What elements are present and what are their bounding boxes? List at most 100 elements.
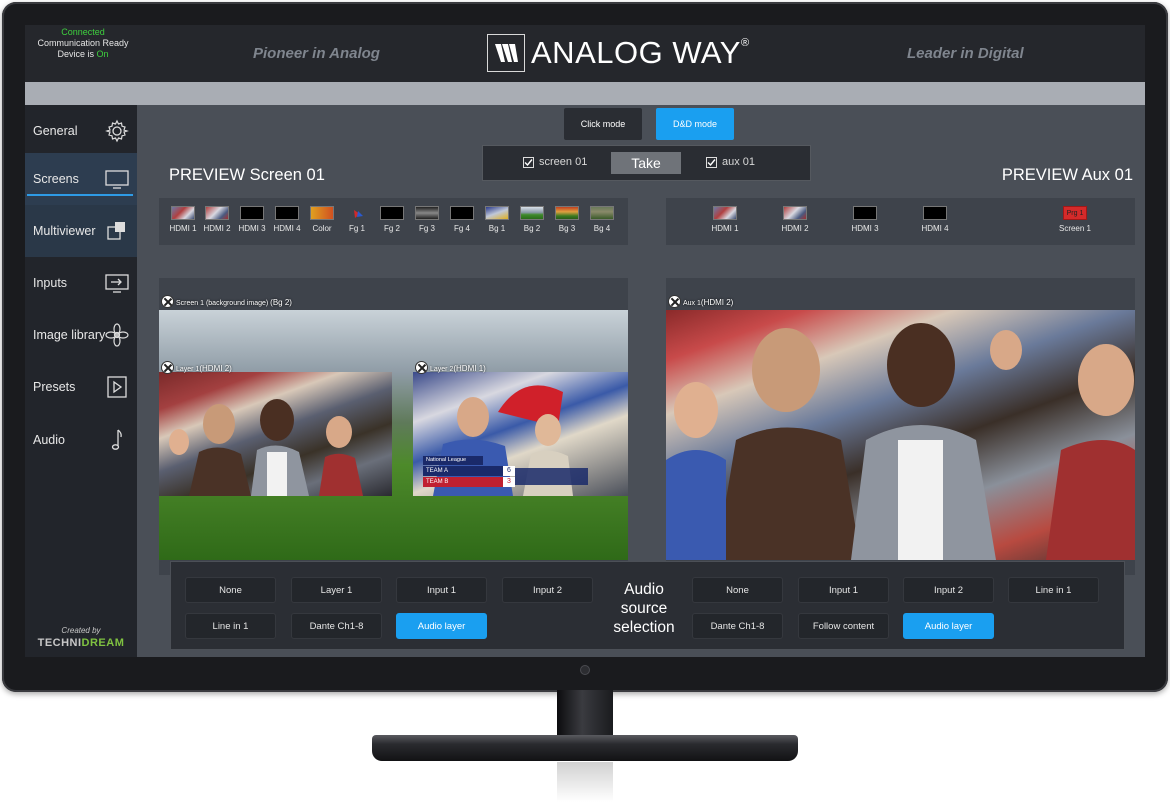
thumbnail xyxy=(555,206,579,220)
audio-title-line3: selection xyxy=(613,619,675,636)
sidebar-item-multiviewer[interactable]: Multiviewer xyxy=(25,205,137,257)
checkmark-icon xyxy=(523,156,534,168)
audio-right-input1[interactable]: Input 1 xyxy=(798,577,889,603)
audio-left-dante[interactable]: Dante Ch1-8 xyxy=(291,613,382,639)
source-hdmi1[interactable]: HDMI 1 xyxy=(166,206,200,233)
audio-left-none[interactable]: None xyxy=(185,577,276,603)
source-hdmi4[interactable]: HDMI 4 xyxy=(270,206,304,233)
status-communication: Communication Ready xyxy=(37,38,129,48)
score-team-a: TEAM A xyxy=(423,466,503,476)
audio-right-audio-layer[interactable]: Audio layer xyxy=(903,613,994,639)
dnd-mode-button[interactable]: D&D mode xyxy=(656,108,734,140)
technidream-logo: TECHNIDREAM xyxy=(25,637,137,649)
thumbnail xyxy=(275,206,299,220)
active-indicator xyxy=(27,194,133,196)
source-label: Fg 3 xyxy=(418,224,435,233)
checkmark-icon xyxy=(706,156,717,168)
take-button[interactable]: Take xyxy=(611,152,681,174)
source-label: Bg 1 xyxy=(488,224,506,233)
source-label: HDMI 2 xyxy=(203,224,231,233)
source-fg3[interactable]: Fg 3 xyxy=(410,206,444,233)
source-label: Fg 4 xyxy=(453,224,470,233)
audio-right-none[interactable]: None xyxy=(692,577,783,603)
audio-right-input2[interactable]: Input 2 xyxy=(903,577,994,603)
source-hdmi2[interactable]: HDMI 2 xyxy=(200,206,234,233)
caption-text: Layer 1 xyxy=(176,366,200,373)
multiviewer-icon xyxy=(105,219,129,243)
thumbnail xyxy=(310,206,334,220)
sidebar-item-label: Inputs xyxy=(33,276,68,290)
close-icon[interactable] xyxy=(161,295,174,308)
thumbnail xyxy=(923,206,947,220)
aux-source-hdmi1[interactable]: HDMI 1 xyxy=(708,206,742,233)
source-bg1[interactable]: Bg 1 xyxy=(480,206,514,233)
analog-way-logo: ANALOG WAY ® xyxy=(487,34,749,72)
audio-left-audio-layer[interactable]: Audio layer xyxy=(396,613,487,639)
aux-source-screen1[interactable]: Prg 1 Screen 1 xyxy=(1058,206,1092,233)
layer1-video[interactable] xyxy=(159,372,392,496)
source-bg4[interactable]: Bg 4 xyxy=(585,206,619,233)
close-icon[interactable] xyxy=(668,295,681,308)
music-note-icon xyxy=(105,428,129,452)
aux-source-hdmi4[interactable]: HDMI 4 xyxy=(918,206,952,233)
status-connected: Connected xyxy=(61,27,105,37)
screen-checkbox-label: screen 01 xyxy=(539,156,588,168)
score-info-bar xyxy=(515,468,588,485)
score-a-value: 6 xyxy=(503,466,515,476)
aux1-video[interactable] xyxy=(666,310,1135,560)
aux-caption: Aux 1(HDMI 2) xyxy=(683,298,733,307)
aux-source-hdmi3[interactable]: HDMI 3 xyxy=(848,206,882,233)
sidebar-item-general[interactable]: General xyxy=(25,105,137,157)
thumbnail xyxy=(590,206,614,220)
sidebar-item-label: Presets xyxy=(33,380,76,394)
source-fg2[interactable]: Fg 2 xyxy=(375,206,409,233)
sidebar-item-presets[interactable]: Presets xyxy=(25,361,137,413)
close-icon[interactable] xyxy=(415,361,428,374)
sidebar-item-label: General xyxy=(33,124,78,138)
thumbnail xyxy=(415,206,439,220)
source-color[interactable]: Color xyxy=(305,206,339,233)
source-label: HDMI 1 xyxy=(711,224,739,233)
sidebar-item-audio[interactable]: Audio xyxy=(25,414,137,466)
caption-source: (HDMI 2) xyxy=(700,298,734,307)
audio-right-follow-content[interactable]: Follow content xyxy=(798,613,889,639)
audio-left-line-in1[interactable]: Line in 1 xyxy=(185,613,276,639)
aw-logo-mark-icon xyxy=(487,34,525,72)
source-bg3[interactable]: Bg 3 xyxy=(550,206,584,233)
sidebar-item-screens[interactable]: Screens xyxy=(25,153,137,205)
source-bg2[interactable]: Bg 2 xyxy=(515,206,549,233)
source-label: HDMI 1 xyxy=(169,224,197,233)
sidebar-item-label: Audio xyxy=(33,433,65,447)
close-icon[interactable] xyxy=(161,361,174,374)
source-fg1[interactable]: Fg 1 xyxy=(340,206,374,233)
tagline-left: Pioneer in Analog xyxy=(253,45,380,62)
audio-right-dante[interactable]: Dante Ch1-8 xyxy=(692,613,783,639)
registered-mark: ® xyxy=(740,37,750,49)
thumbnail xyxy=(783,206,807,220)
screen-checkbox[interactable]: screen 01 xyxy=(523,156,587,168)
sidebar-item-image-library[interactable]: Image library xyxy=(25,309,137,361)
thumbnail xyxy=(520,206,544,220)
layer2-video[interactable]: National League TEAM A 6 TEAM B 3 xyxy=(413,372,628,496)
audio-left-input1[interactable]: Input 1 xyxy=(396,577,487,603)
source-fg4[interactable]: Fg 4 xyxy=(445,206,479,233)
audio-right-line-in1[interactable]: Line in 1 xyxy=(1008,577,1099,603)
status-device: Device is On xyxy=(25,49,141,60)
aux-checkbox[interactable]: aux 01 xyxy=(706,156,755,168)
click-mode-button[interactable]: Click mode xyxy=(564,108,642,140)
credit-brand-part-2: DREAM xyxy=(81,637,125,649)
header-subbar xyxy=(25,82,1145,105)
screen-preview-panel: Screen 1 (background image) (Bg 2) Layer… xyxy=(159,278,628,575)
audio-left-layer1[interactable]: Layer 1 xyxy=(291,577,382,603)
crowd-image xyxy=(666,323,1135,560)
source-label: HDMI 3 xyxy=(238,224,266,233)
audio-left-input2[interactable]: Input 2 xyxy=(502,577,593,603)
sidebar-item-inputs[interactable]: Inputs xyxy=(25,257,137,309)
stand-reflection xyxy=(557,762,613,802)
scoreboard-overlay: National League TEAM A 6 TEAM B 3 xyxy=(423,456,588,490)
audio-title-line1: Audio xyxy=(624,581,664,598)
aux-source-hdmi2[interactable]: HDMI 2 xyxy=(778,206,812,233)
source-hdmi3[interactable]: HDMI 3 xyxy=(235,206,269,233)
main-area: Click mode D&D mode screen 01 Take aux 0… xyxy=(137,105,1145,657)
sidebar-item-label: Multiviewer xyxy=(33,224,96,238)
